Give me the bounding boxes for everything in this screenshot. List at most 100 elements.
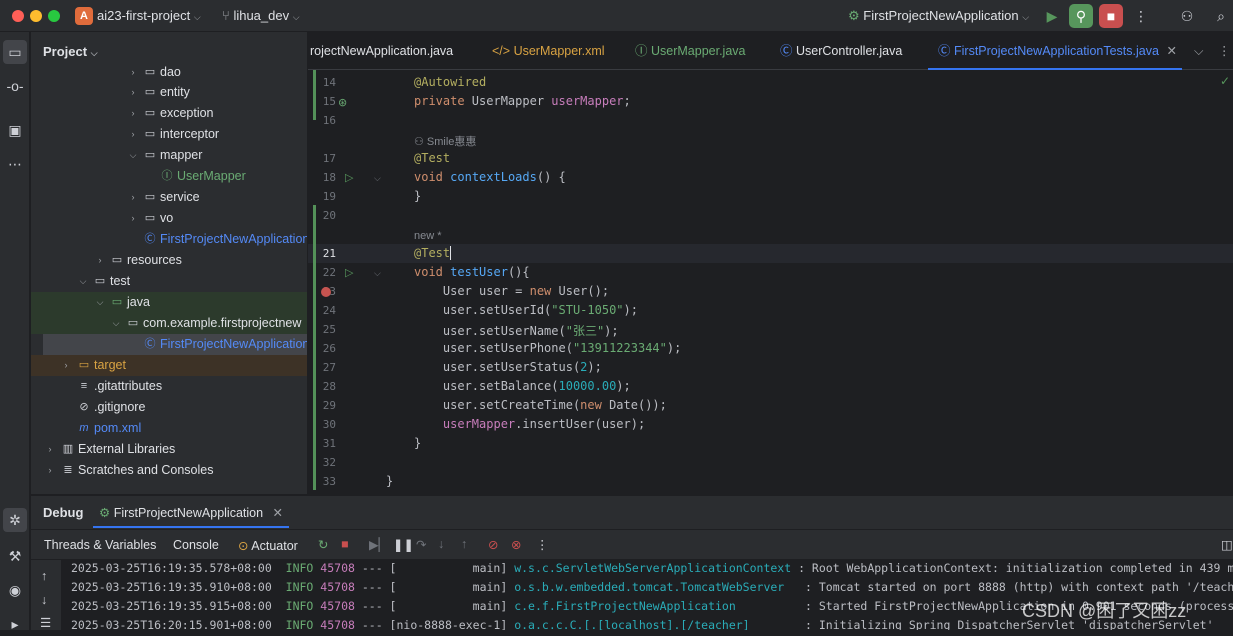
step-into-icon[interactable]: ↓ [438,537,444,551]
rerun-icon[interactable]: ↻ [318,537,328,552]
interface-icon: Ⓘ [161,170,173,182]
line-number: 19 [322,190,336,203]
tabs-more-icon[interactable]: ⋮ [1218,32,1231,70]
stop-icon[interactable]: ■ [341,537,349,551]
tab-usermapper-xml[interactable]: </> UserMapper.xml [492,32,605,70]
tree-item-gitignore[interactable]: ⊘ .gitignore [31,397,307,418]
author-hint: ⚇ Smile惠惠 [414,136,477,148]
debug-session-tab[interactable]: ⚙ FirstProjectNewApplication ✕ [93,498,290,528]
search-icon[interactable]: ⌕ [1209,4,1233,28]
terminal-icon[interactable]: ▸ [3,612,27,636]
tree-item-resources[interactable]: › ▭ resources [31,250,307,271]
run-test-icon[interactable]: ▷ [345,266,353,279]
zoom-window-button[interactable] [48,10,60,22]
tree-item-application[interactable]: Ⓒ FirstProjectNewApplication [31,229,308,250]
tab-application-java[interactable]: rojectNewApplication.java [310,32,453,70]
tabs-dropdown-icon[interactable]: ⌵ [1194,32,1203,70]
run-config-selector[interactable]: ⚙ FirstProjectNewApplication ⌵ [848,8,1029,24]
tree-label: java [127,295,150,309]
chevron-down-icon: ⌵ [292,12,300,22]
folder-icon: ▭ [144,86,156,98]
close-tab-icon[interactable]: ✕ [273,506,283,520]
tree-item-pom[interactable]: m pom.xml [31,418,307,439]
build-icon[interactable]: ⚒ [3,544,27,568]
tree-item-vo[interactable]: › ▭ vo [31,208,307,229]
check-icon[interactable]: ✓ [1220,74,1230,88]
tree-item-interceptor[interactable]: › ▭ interceptor [31,124,307,145]
code-area[interactable]: @Autowired private UserMapper userMapper… [386,70,1214,494]
resume-icon[interactable]: ▶▏ [369,537,388,552]
tree-item-exception[interactable]: › ▭ exception [31,103,307,124]
minimize-window-button[interactable] [30,10,42,22]
tree-label: External Libraries [78,442,176,456]
title-bar: A ai23-first-project ⌵ ⑂ lihua_dev ⌵ ⚙ F… [0,0,1233,32]
view-breakpoints-icon[interactable]: ⊘ [488,537,498,552]
tree-label: vo [160,211,174,225]
tree-item-service[interactable]: › ▭ service [31,187,307,208]
tree-item-gitattributes[interactable]: ≡ .gitattributes [31,376,307,397]
debug-tool-icon[interactable]: ✲ [3,508,27,532]
project-folder-icon[interactable]: ▭ [3,40,27,64]
stop-icon[interactable]: ■ [1099,4,1123,28]
code-line: @Autowired [414,75,487,89]
run-icon[interactable]: ▶ [1040,4,1064,28]
tree-item-target[interactable]: › ▭ target [31,355,307,376]
more-tools-icon[interactable]: ⋯ [3,152,27,176]
pause-icon[interactable]: ❚❚ [393,537,414,552]
code-line: userMapper.insertUser(user); [442,417,646,431]
project-badge[interactable]: A [75,7,93,25]
tab-threads-variables[interactable]: Threads & Variables [44,538,156,552]
services-icon[interactable]: ◉ [3,578,27,602]
tab-console[interactable]: Console [173,538,219,552]
panel-title[interactable]: Project ⌵ [43,44,98,59]
tab-usercontroller-java[interactable]: Ⓒ UserController.java [780,32,902,70]
tree-item-test[interactable]: ⌵ ▭ test [31,271,307,292]
layout-icon[interactable]: ◫ [1221,537,1233,552]
close-tab-icon[interactable]: ✕ [1166,44,1176,58]
tree-item-mapper[interactable]: ⌵ ▭ mapper [31,145,307,166]
tab-tests-java[interactable]: Ⓒ FirstProjectNewApplicationTests.java ✕ [928,32,1182,70]
branch-switcher[interactable]: ⑂ lihua_dev ⌵ [222,8,300,23]
debug-session-label: FirstProjectNewApplication [113,506,264,520]
debug-icon[interactable]: ⚲ [1069,4,1093,28]
tree-item-scratches[interactable]: › ≣ Scratches and Consoles [31,460,307,481]
tree-item-java[interactable]: ⌵ ▭ java [31,292,307,313]
add-user-icon[interactable]: ⚇ [1175,4,1199,28]
step-out-icon[interactable]: ↑ [461,537,467,551]
fold-icon[interactable]: ⌵ [374,173,381,184]
line-number: 17 [322,152,336,165]
tree-item-test-class[interactable]: Ⓒ FirstProjectNewApplication [43,334,307,355]
editor-tab-bar: rojectNewApplication.java </> UserMapper… [308,32,1233,70]
structure-icon[interactable]: ▣ [3,118,27,142]
soft-wrap-icon[interactable]: ☰ [40,615,51,630]
tree-item-package[interactable]: ⌵ ▭ com.example.firstprojectnew [31,313,307,334]
tab-usermapper-java[interactable]: Ⓘ UserMapper.java [635,32,746,70]
project-switcher[interactable]: ai23-first-project ⌵ [97,8,201,23]
tree-item-external-libraries[interactable]: › ▥ External Libraries [31,439,307,460]
run-test-icon[interactable]: ▷ [345,171,353,184]
chevron-right-icon: › [131,67,135,77]
more-icon[interactable]: ⋮ [536,537,549,552]
code-line: user.setUserPhone("13911223344"); [414,341,682,355]
scroll-down-icon[interactable]: ↓ [41,593,47,607]
tree-item-dao[interactable]: › ▭ dao [31,62,307,83]
tree-item-entity[interactable]: › ▭ entity [31,82,307,103]
close-window-button[interactable] [12,10,24,22]
spring-icon: ⚙ [848,8,860,23]
xml-icon: </> [492,44,511,58]
tab-actuator[interactable]: ⊙ Actuator [238,538,298,553]
breakpoint-icon[interactable] [321,287,331,297]
class-icon: Ⓒ [144,338,156,350]
commit-icon[interactable]: -o- [3,74,27,98]
mute-breakpoints-icon[interactable]: ⊗ [511,537,521,552]
scroll-up-icon[interactable]: ↑ [41,569,47,583]
fold-icon[interactable]: ⌵ [374,268,381,279]
more-icon[interactable]: ⋮ [1129,4,1153,28]
folder-icon: ▭ [78,359,90,371]
folder-icon: ▭ [111,254,123,266]
chevron-down-icon: ⌵ [79,276,87,286]
chevron-down-icon: ⌵ [90,48,98,58]
bean-icon[interactable]: ⊛ [338,96,347,109]
tree-item-usermapper[interactable]: Ⓘ UserMapper [31,166,307,187]
step-over-icon[interactable]: ↷ [416,537,426,552]
